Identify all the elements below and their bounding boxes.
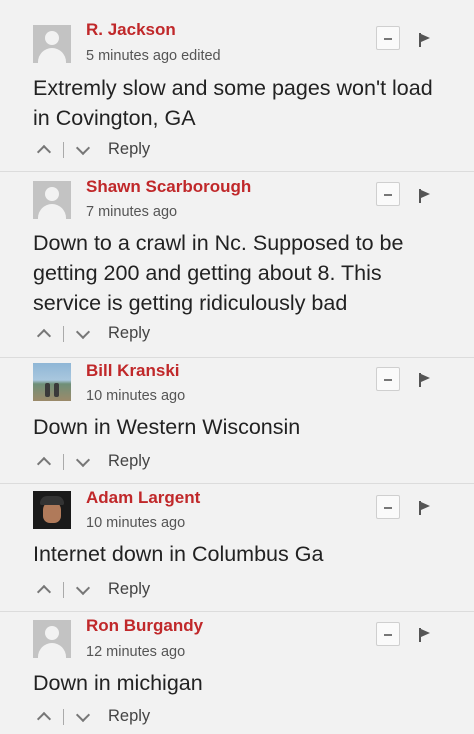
vote-divider (63, 325, 64, 342)
vote-divider (63, 708, 64, 725)
downvote-icon[interactable] (75, 707, 91, 722)
reply-button[interactable]: Reply (108, 707, 150, 726)
comment: R. Jackson 5 minutes ago edited Extremly… (0, 0, 474, 172)
comment-author[interactable]: Bill Kranski (86, 361, 180, 381)
upvote-icon[interactable] (36, 711, 52, 726)
upvote-icon[interactable] (36, 456, 52, 471)
reply-button[interactable]: Reply (108, 140, 150, 159)
avatar[interactable] (33, 620, 71, 658)
vote-divider (63, 581, 64, 598)
comment-actions: Reply (33, 452, 150, 471)
comment-actions: Reply (33, 324, 150, 343)
comment-timestamp[interactable]: 7 minutes ago (86, 204, 177, 220)
comment: Ron Burgandy 12 minutes ago Down in mich… (0, 612, 474, 734)
reply-button[interactable]: Reply (108, 452, 150, 471)
comment-timestamp[interactable]: 12 minutes ago (86, 644, 185, 660)
comment-timestamp[interactable]: 5 minutes ago edited (86, 48, 221, 64)
reply-button[interactable]: Reply (108, 580, 150, 599)
vote-divider (63, 453, 64, 470)
upvote-icon[interactable] (36, 328, 52, 343)
downvote-icon[interactable] (75, 580, 91, 595)
collapse-button[interactable] (376, 495, 400, 519)
comment-body: Down in michigan (33, 671, 203, 695)
flag-icon[interactable] (419, 373, 431, 387)
collapse-button[interactable] (376, 622, 400, 646)
comment-timestamp[interactable]: 10 minutes ago (86, 388, 185, 404)
flag-icon[interactable] (419, 33, 431, 47)
collapse-button[interactable] (376, 26, 400, 50)
comment-body: Down in Western Wisconsin (33, 415, 301, 439)
flag-icon[interactable] (419, 501, 431, 515)
avatar[interactable] (33, 363, 71, 401)
comment-body: Extremly slow and some pages won't load … (33, 76, 433, 130)
comment-actions: Reply (33, 140, 150, 159)
comment: Adam Largent 10 minutes ago Internet dow… (0, 484, 474, 612)
comment-body: Down to a crawl in Nc. Supposed to be ge… (33, 231, 404, 315)
comment-actions: Reply (33, 707, 150, 726)
upvote-icon[interactable] (36, 584, 52, 599)
comment: Bill Kranski 10 minutes ago Down in West… (0, 358, 474, 484)
avatar[interactable] (33, 491, 71, 529)
vote-divider (63, 141, 64, 158)
collapse-button[interactable] (376, 367, 400, 391)
avatar[interactable] (33, 25, 71, 63)
comment-author[interactable]: Ron Burgandy (86, 616, 203, 636)
flag-icon[interactable] (419, 189, 431, 203)
comment-author[interactable]: Adam Largent (86, 488, 200, 508)
flag-icon[interactable] (419, 628, 431, 642)
comment-author[interactable]: R. Jackson (86, 20, 176, 40)
comment-author[interactable]: Shawn Scarborough (86, 177, 251, 197)
collapse-button[interactable] (376, 182, 400, 206)
avatar[interactable] (33, 181, 71, 219)
downvote-icon[interactable] (75, 324, 91, 339)
downvote-icon[interactable] (75, 452, 91, 467)
comment-body: Internet down in Columbus Ga (33, 542, 324, 566)
reply-button[interactable]: Reply (108, 324, 150, 343)
comment-timestamp[interactable]: 10 minutes ago (86, 515, 185, 531)
upvote-icon[interactable] (36, 144, 52, 159)
comment: Shawn Scarborough 7 minutes ago Down to … (0, 172, 474, 358)
downvote-icon[interactable] (75, 140, 91, 155)
comment-actions: Reply (33, 580, 150, 599)
